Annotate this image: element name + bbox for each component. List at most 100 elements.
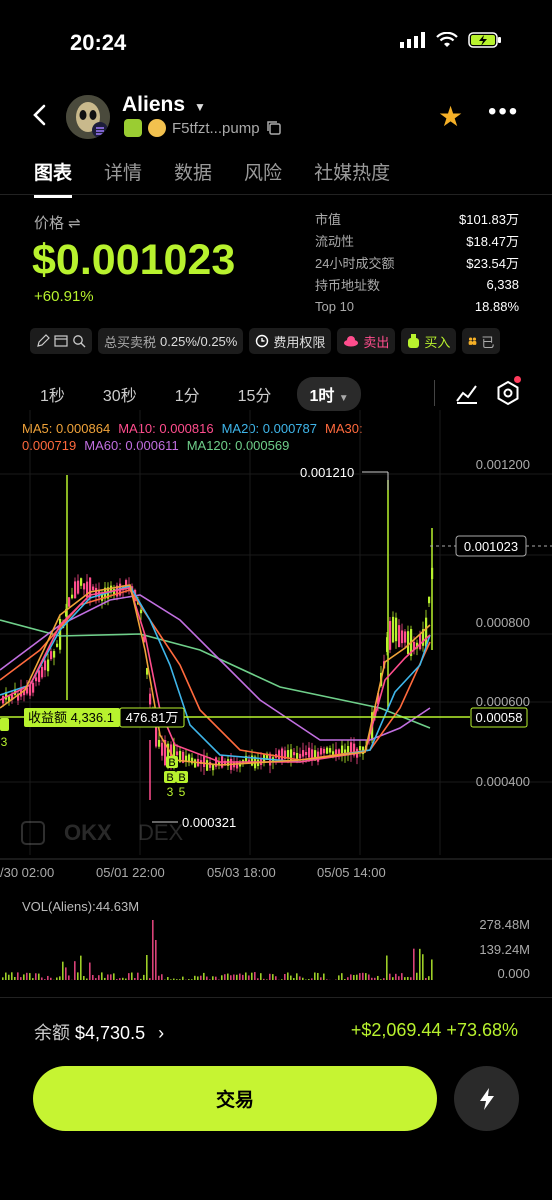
volume-bar xyxy=(134,978,136,980)
price-change: +60.91% xyxy=(34,288,94,305)
volume-bar xyxy=(257,978,259,980)
interval-15m[interactable]: 15分 xyxy=(226,377,284,411)
volume-bar xyxy=(317,972,319,980)
balance-value: $4,730.5 xyxy=(75,1023,146,1043)
battery-icon xyxy=(468,32,501,48)
info-chips: 总买卖税 0.25%/0.25% 费用权限 卖出 买入 已 xyxy=(30,328,501,354)
candle-body xyxy=(74,581,77,599)
candle-body xyxy=(305,752,308,756)
candle-body xyxy=(29,684,32,696)
tab-details[interactable]: 详情 xyxy=(104,158,142,185)
high-price-label: 0.001210 xyxy=(300,465,354,480)
volume-bar xyxy=(47,975,49,980)
copy-icon[interactable] xyxy=(266,120,282,136)
favorite-star-icon[interactable]: ★ xyxy=(438,100,463,133)
volume-bar xyxy=(350,974,352,980)
volume-bar xyxy=(251,972,253,980)
volume-bar xyxy=(401,973,403,980)
volume-bar xyxy=(89,962,91,980)
volume-bar xyxy=(56,977,58,980)
y-tick-label: 0.000800 xyxy=(476,615,530,630)
volume-bar xyxy=(8,974,10,980)
volume-bar xyxy=(212,976,214,980)
y-tick-label: 0.000600 xyxy=(476,694,530,709)
volume-bar xyxy=(83,976,85,980)
volume-bar xyxy=(299,976,301,980)
volume-bar xyxy=(221,975,223,980)
buy-chip[interactable]: 买入 xyxy=(401,328,457,354)
volume-bar xyxy=(416,972,418,980)
volume-bar xyxy=(80,955,82,980)
y-tick-label: 0.000400 xyxy=(476,774,530,789)
holders-chip[interactable]: 已 xyxy=(462,328,501,354)
candle-body xyxy=(407,631,410,655)
sell-chip[interactable]: 卖出 xyxy=(337,328,396,354)
fee-permission-chip[interactable]: 费用权限 xyxy=(249,328,332,354)
volume-bar xyxy=(41,977,43,980)
volume-bar xyxy=(29,973,31,980)
indicator-icon[interactable] xyxy=(455,381,479,405)
lightning-icon xyxy=(479,1087,494,1110)
volume-chart[interactable]: 278.48M 139.24M 0.000 xyxy=(0,910,552,985)
candle-body xyxy=(398,625,401,648)
tab-risk[interactable]: 风险 xyxy=(244,158,282,185)
volume-bar xyxy=(365,973,367,980)
volume-bar xyxy=(152,920,154,980)
price-chart[interactable]: 0.001200 0.000800 0.000600 0.000400 OKX … xyxy=(0,410,552,890)
candle-body xyxy=(206,760,209,771)
volume-bar xyxy=(119,978,121,980)
buy-marker: B xyxy=(168,757,175,769)
volume-bar xyxy=(38,973,40,980)
tax-chip[interactable]: 总买卖税 0.25%/0.25% xyxy=(98,328,244,354)
candle-body xyxy=(392,616,395,643)
volume-bar xyxy=(158,975,160,980)
volume-bar xyxy=(167,977,169,980)
volume-bar xyxy=(146,955,148,980)
volume-bar xyxy=(17,972,19,980)
interval-1s[interactable]: 1秒 xyxy=(28,377,77,411)
volume-bar xyxy=(359,973,361,980)
signal-icon xyxy=(400,32,425,48)
people-icon xyxy=(469,337,477,345)
tab-data[interactable]: 数据 xyxy=(174,158,212,185)
volume-bar xyxy=(101,972,103,980)
volume-bar xyxy=(395,973,397,980)
volume-bar xyxy=(137,972,139,980)
chart-settings-icon[interactable] xyxy=(495,380,521,406)
volume-bar xyxy=(308,979,310,980)
volume-bar xyxy=(173,978,175,980)
candle-body xyxy=(80,578,83,586)
svg-text:OKX: OKX xyxy=(64,820,112,845)
interval-30s[interactable]: 30秒 xyxy=(91,377,149,411)
token-name[interactable]: Aliens xyxy=(122,93,185,117)
candle-body xyxy=(287,750,290,758)
candle-body xyxy=(293,752,296,756)
volume-bar xyxy=(284,974,286,980)
volume-bar xyxy=(287,972,289,980)
interval-1h[interactable]: 1时 ▼ xyxy=(297,377,361,411)
back-icon[interactable] xyxy=(28,100,52,130)
more-options-icon[interactable]: ••• xyxy=(488,98,519,126)
tab-social[interactable]: 社媒热度 xyxy=(314,158,390,185)
volume-bar xyxy=(203,972,205,980)
money-bag-icon xyxy=(408,334,420,348)
verified-badge-icon xyxy=(124,119,142,137)
price-label[interactable]: 价格 ⇌ xyxy=(34,212,81,233)
volume-bar xyxy=(242,974,244,980)
volume-bar xyxy=(206,976,208,980)
trade-button[interactable]: 交易 xyxy=(33,1066,437,1131)
tools-chip[interactable] xyxy=(30,328,92,354)
candle-body xyxy=(161,742,164,756)
volume-bar xyxy=(170,979,172,980)
balance-row[interactable]: 余额 $4,730.5 › xyxy=(34,1019,164,1045)
candle-body xyxy=(38,670,41,682)
candle-body xyxy=(50,651,53,660)
chevron-down-icon[interactable]: ▼ xyxy=(194,100,206,114)
volume-bar xyxy=(176,979,178,980)
candle-body xyxy=(176,751,179,756)
volume-bar xyxy=(155,940,157,980)
interval-1m[interactable]: 1分 xyxy=(163,377,212,411)
tab-chart[interactable]: 图表 xyxy=(34,158,73,198)
quick-trade-button[interactable] xyxy=(454,1066,519,1131)
volume-bar xyxy=(245,972,247,980)
